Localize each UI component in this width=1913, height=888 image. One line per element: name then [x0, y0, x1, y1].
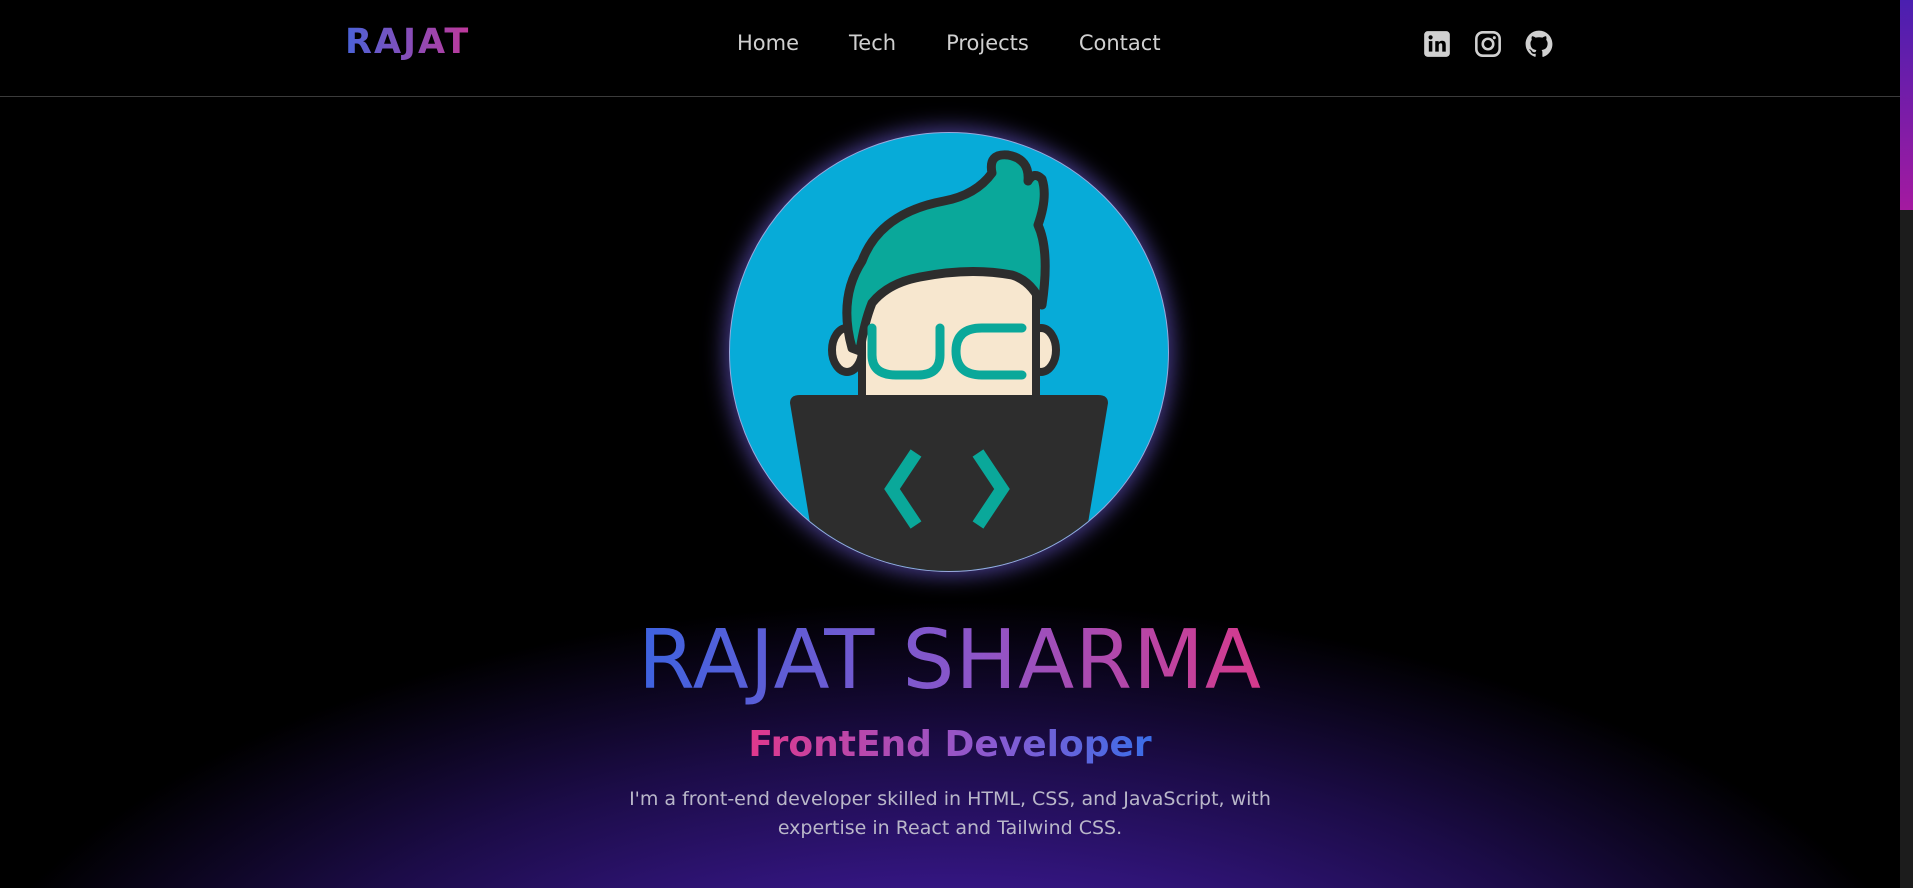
site-logo[interactable]: RAJAT [345, 22, 470, 62]
hero-role-text: FrontEnd Developer [748, 724, 1152, 765]
scrollbar-thumb[interactable] [1900, 0, 1913, 210]
linkedin-icon[interactable] [1423, 30, 1451, 58]
hero-bio: I'm a front-end developer skilled in HTM… [629, 788, 1271, 839]
github-icon[interactable] [1525, 30, 1553, 58]
hero-name: RAJAT SHARMA [0, 613, 1900, 708]
nav-link-tech[interactable]: Tech [849, 31, 896, 55]
social-links [1423, 30, 1553, 58]
developer-avatar-illustration [790, 150, 1108, 571]
instagram-icon[interactable] [1474, 30, 1502, 58]
hero-name-text: RAJAT SHARMA [638, 613, 1262, 708]
nav-link-contact[interactable]: Contact [1079, 31, 1161, 55]
navbar: RAJAT Home Tech Projects Contact [0, 0, 1900, 97]
nav-links: Home Tech Projects Contact [737, 31, 1161, 55]
profile-avatar [729, 132, 1169, 572]
hero-role: FrontEnd Developer [0, 724, 1900, 765]
page-scrollbar[interactable] [1900, 0, 1913, 888]
nav-link-home[interactable]: Home [737, 31, 799, 55]
nav-link-projects[interactable]: Projects [946, 31, 1029, 55]
